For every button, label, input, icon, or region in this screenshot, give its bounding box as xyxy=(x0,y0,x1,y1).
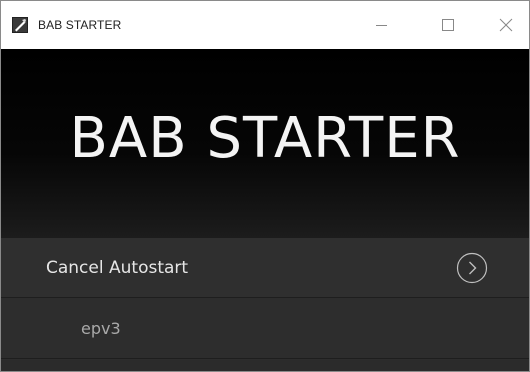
maximize-button[interactable] xyxy=(425,1,471,49)
close-button[interactable] xyxy=(483,1,529,49)
close-icon xyxy=(499,18,513,32)
menu-list: Cancel Autostart epv3 xyxy=(1,238,529,371)
list-item-label: epv3 xyxy=(81,319,121,338)
banner-title: BAB STARTER xyxy=(69,106,461,171)
app-window: BAB STARTER BAB STARTER Cancel Autostart xyxy=(0,0,530,372)
title-bar[interactable]: BAB STARTER xyxy=(1,1,529,49)
minimize-button[interactable] xyxy=(359,1,405,49)
chevron-right-circle-icon[interactable] xyxy=(456,252,488,284)
list-item-epv3[interactable]: epv3 xyxy=(1,299,529,359)
list-item-label: Cancel Autostart xyxy=(46,258,189,278)
window-title: BAB STARTER xyxy=(38,18,122,32)
maximize-icon xyxy=(442,19,454,31)
minimize-icon xyxy=(376,25,387,26)
app-icon xyxy=(12,17,28,33)
list-item-partial xyxy=(1,360,529,371)
header-banner: BAB STARTER xyxy=(1,49,529,238)
list-item-cancel-autostart[interactable]: Cancel Autostart xyxy=(1,238,529,298)
